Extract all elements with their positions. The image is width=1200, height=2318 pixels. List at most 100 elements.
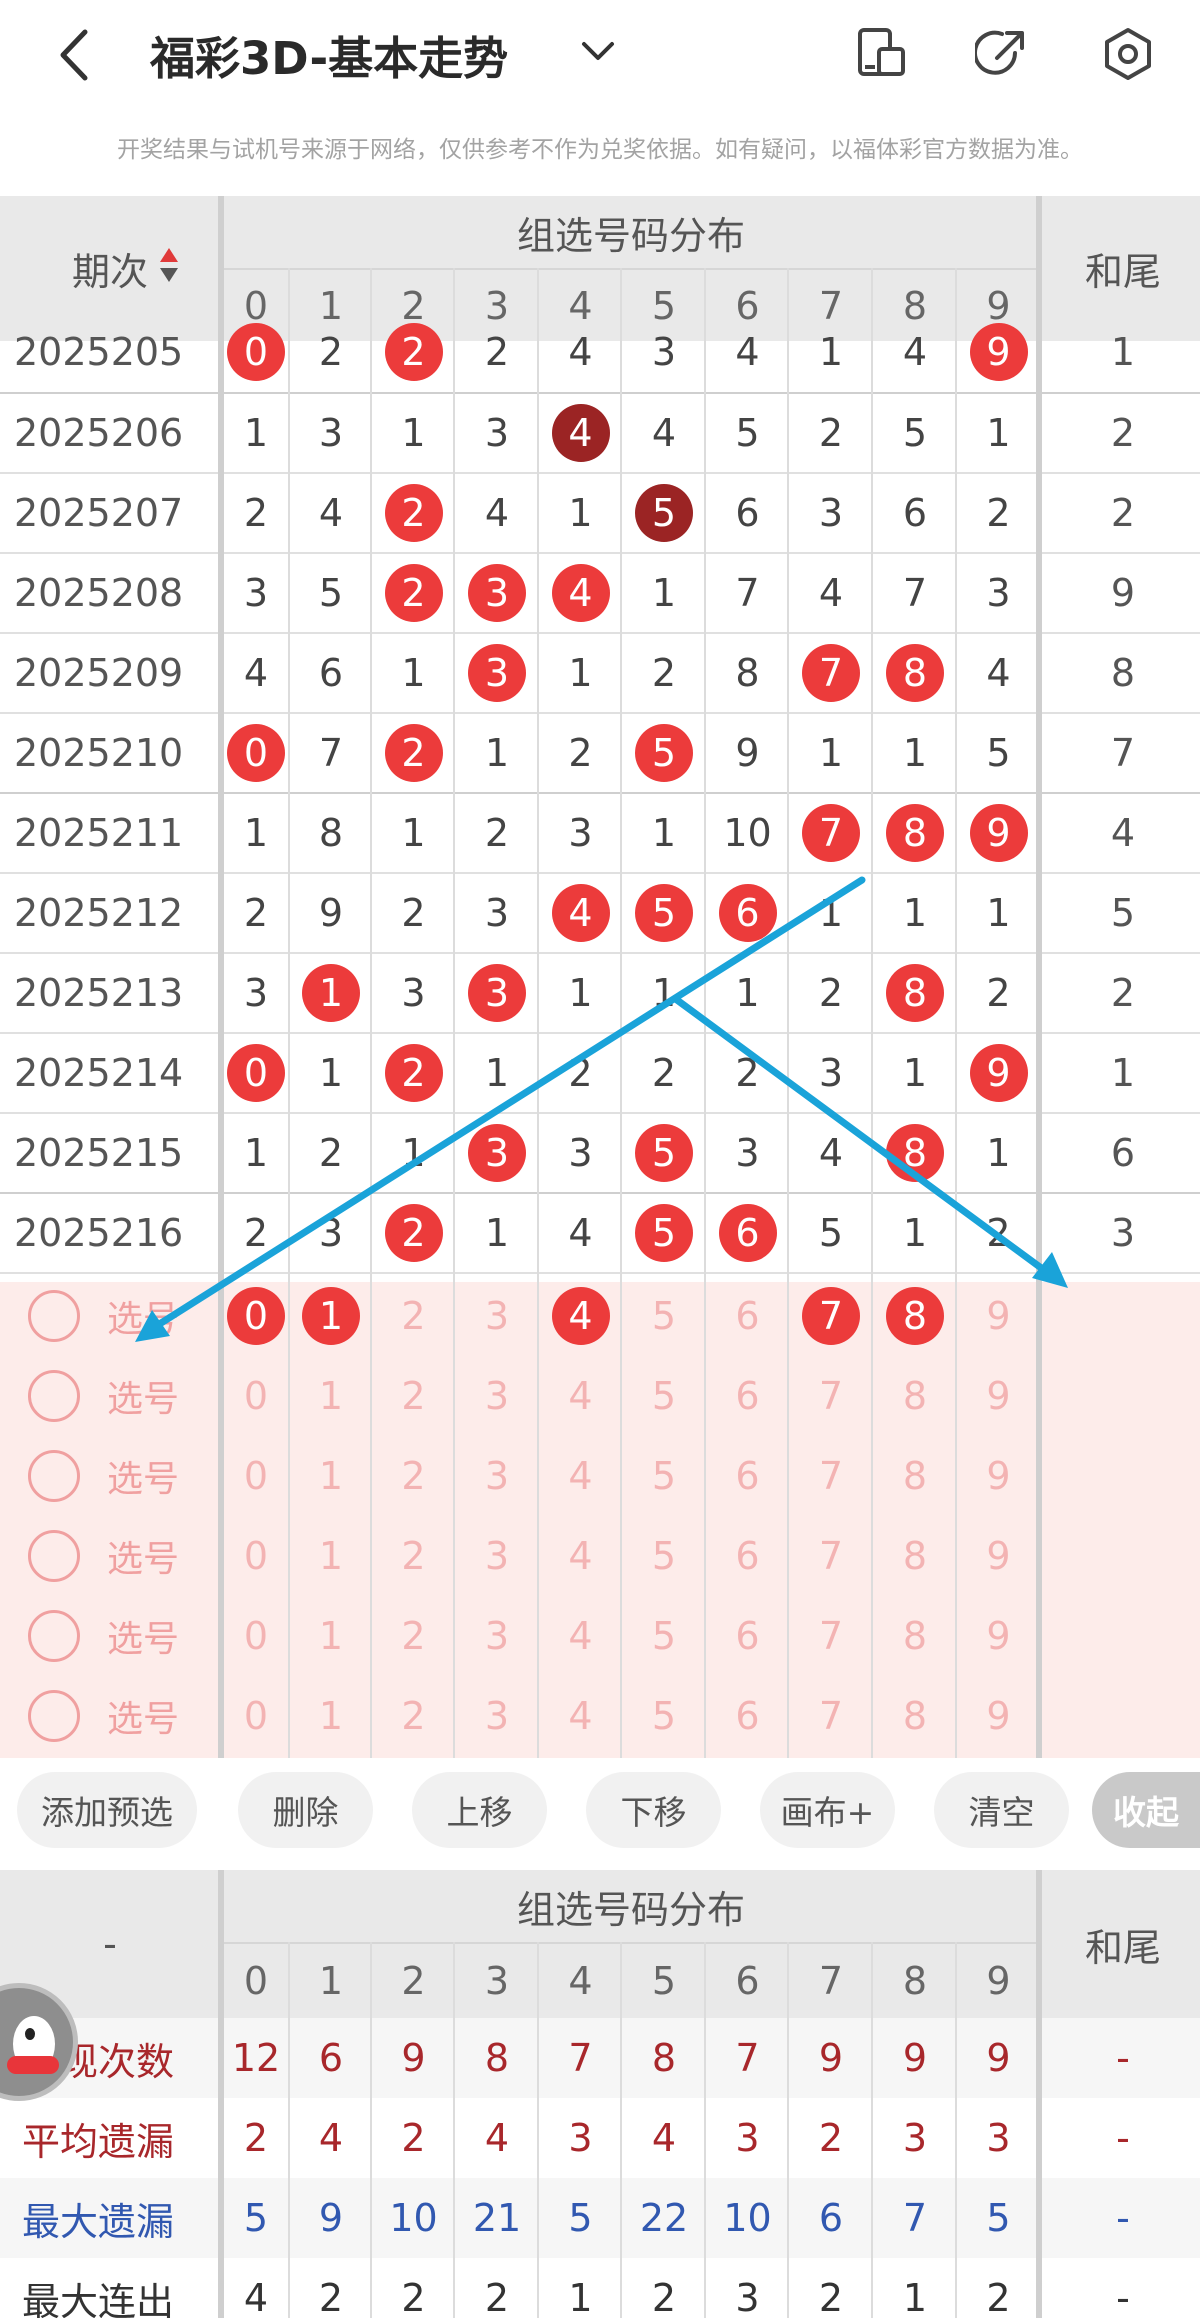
- select-digit[interactable]: 1: [290, 1356, 372, 1436]
- select-checkbox[interactable]: [28, 1290, 80, 1342]
- select-digit[interactable]: 9: [957, 1516, 1040, 1596]
- select-digit[interactable]: 3: [455, 1436, 539, 1516]
- select-digit[interactable]: 9: [957, 1596, 1040, 1676]
- select-digit[interactable]: 5: [622, 1596, 706, 1676]
- select-checkbox[interactable]: [28, 1690, 80, 1742]
- select-digit[interactable]: 0: [222, 1596, 290, 1676]
- select-label[interactable]: 选号: [98, 1356, 188, 1436]
- selected-ball[interactable]: 0: [227, 1287, 285, 1345]
- select-digit[interactable]: 1: [290, 1596, 372, 1676]
- select-digit[interactable]: 0: [222, 1436, 290, 1516]
- select-digit[interactable]: 5: [622, 1276, 706, 1356]
- select-checkbox[interactable]: [28, 1610, 80, 1662]
- select-digit[interactable]: 8: [873, 1356, 957, 1436]
- select-digit[interactable]: 2: [372, 1356, 455, 1436]
- selected-ball[interactable]: 8: [886, 1287, 944, 1345]
- select-digit[interactable]: 4: [539, 1276, 622, 1356]
- delete-button[interactable]: 删除: [238, 1772, 373, 1848]
- select-digit[interactable]: 2: [372, 1276, 455, 1356]
- select-digit[interactable]: 6: [706, 1356, 789, 1436]
- select-digit[interactable]: 4: [539, 1596, 622, 1676]
- distribution-cell: 5: [622, 1193, 706, 1273]
- select-digit[interactable]: 5: [622, 1356, 706, 1436]
- select-digit[interactable]: 9: [957, 1676, 1040, 1756]
- select-digit[interactable]: 3: [455, 1516, 539, 1596]
- select-digit[interactable]: 4: [539, 1516, 622, 1596]
- select-digit[interactable]: 8: [873, 1436, 957, 1516]
- select-digit[interactable]: 5: [622, 1676, 706, 1756]
- settings-icon[interactable]: [1100, 26, 1156, 82]
- select-digit[interactable]: 6: [706, 1436, 789, 1516]
- select-digit[interactable]: 5: [622, 1436, 706, 1516]
- selected-ball[interactable]: 7: [802, 1287, 860, 1345]
- select-label[interactable]: 选号: [98, 1676, 188, 1756]
- select-digit[interactable]: 0: [222, 1516, 290, 1596]
- select-digit[interactable]: 4: [539, 1436, 622, 1516]
- select-digit[interactable]: 2: [372, 1596, 455, 1676]
- select-digit[interactable]: 7: [789, 1596, 873, 1676]
- select-digit[interactable]: 7: [789, 1356, 873, 1436]
- select-digit[interactable]: 0: [222, 1676, 290, 1756]
- selection-row[interactable]: 选号 0 1 2 3 4 5 6 7 8 9: [0, 1436, 1200, 1516]
- select-label[interactable]: 选号: [98, 1596, 188, 1676]
- select-digit[interactable]: 2: [372, 1676, 455, 1756]
- select-digit[interactable]: 2: [372, 1516, 455, 1596]
- distribution-cell: 8: [873, 633, 957, 713]
- select-digit[interactable]: 9: [957, 1436, 1040, 1516]
- move-up-button[interactable]: 上移: [412, 1772, 547, 1848]
- select-digit[interactable]: 0: [222, 1276, 290, 1356]
- select-digit[interactable]: 7: [789, 1676, 873, 1756]
- select-checkbox[interactable]: [28, 1530, 80, 1582]
- chevron-down-icon[interactable]: [580, 38, 616, 66]
- add-preselect-button[interactable]: 添加预选: [17, 1772, 197, 1848]
- select-digit[interactable]: 1: [290, 1276, 372, 1356]
- collapse-button[interactable]: 收起: [1092, 1772, 1200, 1848]
- select-digit[interactable]: 3: [455, 1676, 539, 1756]
- select-digit[interactable]: 7: [789, 1436, 873, 1516]
- selected-ball[interactable]: 1: [302, 1287, 360, 1345]
- select-digit[interactable]: 6: [706, 1676, 789, 1756]
- select-digit[interactable]: 4: [539, 1676, 622, 1756]
- select-digit[interactable]: 8: [873, 1676, 957, 1756]
- selection-row[interactable]: 选号 0 1 2 3 4 5 6 7 8 9: [0, 1276, 1200, 1356]
- selection-row[interactable]: 选号 0 1 2 3 4 5 6 7 8 9: [0, 1356, 1200, 1436]
- select-digit[interactable]: 0: [222, 1356, 290, 1436]
- select-label[interactable]: 选号: [98, 1516, 188, 1596]
- select-label[interactable]: 选号: [98, 1276, 188, 1356]
- select-checkbox[interactable]: [28, 1370, 80, 1422]
- canvas-add-button[interactable]: 画布+: [760, 1772, 895, 1848]
- select-digit[interactable]: 4: [539, 1356, 622, 1436]
- selection-row[interactable]: 选号 0 1 2 3 4 5 6 7 8 9: [0, 1516, 1200, 1596]
- select-label[interactable]: 选号: [98, 1436, 188, 1516]
- selection-row[interactable]: 选号 0 1 2 3 4 5 6 7 8 9: [0, 1676, 1200, 1756]
- selected-ball[interactable]: 4: [551, 1287, 610, 1345]
- share-icon[interactable]: [975, 26, 1029, 80]
- select-digit[interactable]: 8: [873, 1516, 957, 1596]
- hit-ball: 8: [886, 644, 944, 702]
- select-digit[interactable]: 5: [622, 1516, 706, 1596]
- select-digit[interactable]: 8: [873, 1276, 957, 1356]
- selection-row[interactable]: 选号 0 1 2 3 4 5 6 7 8 9: [0, 1596, 1200, 1676]
- select-digit[interactable]: 6: [706, 1596, 789, 1676]
- select-digit[interactable]: 7: [789, 1276, 873, 1356]
- layout-switch-icon[interactable]: [855, 27, 907, 79]
- select-digit[interactable]: 6: [706, 1516, 789, 1596]
- select-digit[interactable]: 2: [372, 1436, 455, 1516]
- select-digit[interactable]: 1: [290, 1516, 372, 1596]
- select-digit[interactable]: 3: [455, 1596, 539, 1676]
- select-digit[interactable]: 7: [789, 1516, 873, 1596]
- select-digit[interactable]: 1: [290, 1676, 372, 1756]
- clear-button[interactable]: 清空: [934, 1772, 1069, 1848]
- back-arrow-icon[interactable]: [55, 28, 91, 82]
- select-checkbox[interactable]: [28, 1450, 80, 1502]
- select-digit[interactable]: 6: [706, 1276, 789, 1356]
- distribution-cell: 5: [902, 411, 928, 455]
- page-title[interactable]: 福彩3D-基本走势: [150, 22, 508, 87]
- select-digit[interactable]: 9: [957, 1356, 1040, 1436]
- select-digit[interactable]: 9: [957, 1276, 1040, 1356]
- move-down-button[interactable]: 下移: [586, 1772, 721, 1848]
- select-digit[interactable]: 3: [455, 1356, 539, 1436]
- select-digit[interactable]: 1: [290, 1436, 372, 1516]
- select-digit[interactable]: 3: [455, 1276, 539, 1356]
- select-digit[interactable]: 8: [873, 1596, 957, 1676]
